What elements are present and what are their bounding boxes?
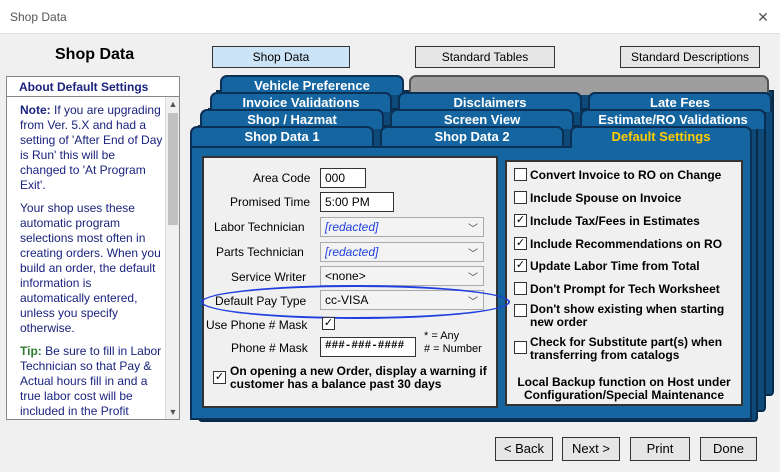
backup-note: Local Backup function on Host under Conf… [517,375,731,402]
chevron-down-icon: ﹀ [468,224,478,235]
use-phone-mask-checkbox[interactable]: ✓ [322,317,335,330]
option-checkbox[interactable]: ✓ [514,237,527,250]
scroll-down-icon[interactable]: ▼ [166,405,179,419]
done-button[interactable]: Done [700,437,757,461]
service-writer-select[interactable]: <none> ﹀ [320,266,484,286]
window-title: Shop Data [10,10,67,24]
option-label: Convert Invoice to RO on Change [530,168,722,182]
chevron-down-icon: ﹀ [468,273,478,284]
option-label: Include Tax/Fees in Estimates [530,214,700,228]
phone-mask-label: Phone # Mask [231,341,308,355]
scroll-up-icon[interactable]: ▲ [166,97,179,111]
parts-technician-label: Parts Technician [216,245,304,259]
tab-shop-hazmat-label: Shop / Hazmat [247,112,337,127]
mask-hint-any: * = Any [424,330,460,342]
service-writer-label: Service Writer [231,270,307,284]
next-button[interactable]: Next > [562,437,620,461]
tab-shop-data-1-label: Shop Data 1 [244,129,320,144]
option-label: Update Labor Time from Total [530,259,700,273]
phone-mask-input[interactable]: ###-###-#### [320,337,416,357]
option-label: Check for Substitute part(s) when transf… [530,335,723,362]
tab-shop-data-1[interactable]: Shop Data 1 [190,126,374,146]
sidebar-heading: About Default Settings [7,77,179,97]
standard-tables-button[interactable]: Standard Tables [415,46,555,68]
mask-hint-number: # = Number [424,343,482,355]
tab-screen-view-label: Screen View [443,112,521,127]
tab-invoice-validations-label: Invoice Validations [242,95,360,110]
option-checkbox[interactable] [514,168,527,181]
sidebar-scrollbar[interactable]: ▲ ▼ [165,97,179,419]
option-label: Don't show existing when starting new or… [530,302,725,329]
tab-estimate-ro-validations-label: Estimate/RO Validations [598,112,748,127]
promised-time-label: Promised Time [230,195,311,209]
tip-label: Tip: [20,344,42,358]
option-checkbox[interactable] [514,304,527,317]
option-label: Don't Prompt for Tech Worksheet [530,282,720,296]
service-writer-value: <none> [325,269,366,283]
sidebar-body: Note: If you are upgrading from Ver. 5.X… [7,97,167,419]
area-code-label: Area Code [253,171,311,185]
option-label: Include Spouse on Invoice [530,191,682,205]
help-sidebar: About Default Settings Note: If you are … [6,76,180,420]
labor-technician-value: [redacted] [325,220,379,234]
back-button[interactable]: < Back [495,437,553,461]
option-checkbox[interactable] [514,341,527,354]
promised-time-input[interactable]: 5:00 PM [320,192,394,212]
chevron-down-icon: ﹀ [468,297,478,308]
option-label: Include Recommendations on RO [530,237,723,251]
print-button[interactable]: Print [630,437,690,461]
default-pay-type-value: cc-VISA [325,293,369,307]
standard-descriptions-button[interactable]: Standard Descriptions [620,46,760,68]
tab-vehicle-preference-label: Vehicle Preference [254,78,370,93]
parts-technician-select[interactable]: [redacted] ﹀ [320,242,484,262]
labor-technician-label: Labor Technician [214,220,305,234]
scroll-thumb[interactable] [168,113,178,225]
tab-default-settings-label: Default Settings [611,129,711,144]
tab-default-settings[interactable]: Default Settings [570,126,752,148]
tip-text: Be sure to fill in Labor Technician so t… [20,344,162,418]
balance-warning-checkbox[interactable]: ✓ [213,371,226,384]
option-checkbox[interactable] [514,282,527,295]
title-bar: Shop Data ✕ [0,0,780,34]
default-pay-type-label: Default Pay Type [215,294,307,308]
close-icon[interactable]: ✕ [752,6,774,28]
parts-technician-value: [redacted] [325,245,379,259]
tab-late-fees-label: Late Fees [650,95,710,110]
use-phone-mask-label: Use Phone # Mask [206,318,308,332]
balance-warning-label: On opening a new Order, display a warnin… [230,364,487,391]
tab-disclaimers-label: Disclaimers [453,95,527,110]
labor-technician-select[interactable]: [redacted] ﹀ [320,217,484,237]
tab-shop-data-2[interactable]: Shop Data 2 [380,126,564,146]
tab-shop-data-2-label: Shop Data 2 [434,129,510,144]
area-code-input[interactable]: 000 [320,168,366,188]
note-label: Note: [20,103,51,117]
sidebar-paragraph: Your shop uses these automatic program s… [20,201,161,335]
option-checkbox[interactable] [514,191,527,204]
shop-data-button[interactable]: Shop Data [212,46,350,68]
default-pay-type-select[interactable]: cc-VISA ﹀ [320,290,484,310]
option-checkbox[interactable]: ✓ [514,259,527,272]
app-title: Shop Data [55,46,135,63]
option-checkbox[interactable]: ✓ [514,214,527,227]
chevron-down-icon: ﹀ [468,249,478,260]
